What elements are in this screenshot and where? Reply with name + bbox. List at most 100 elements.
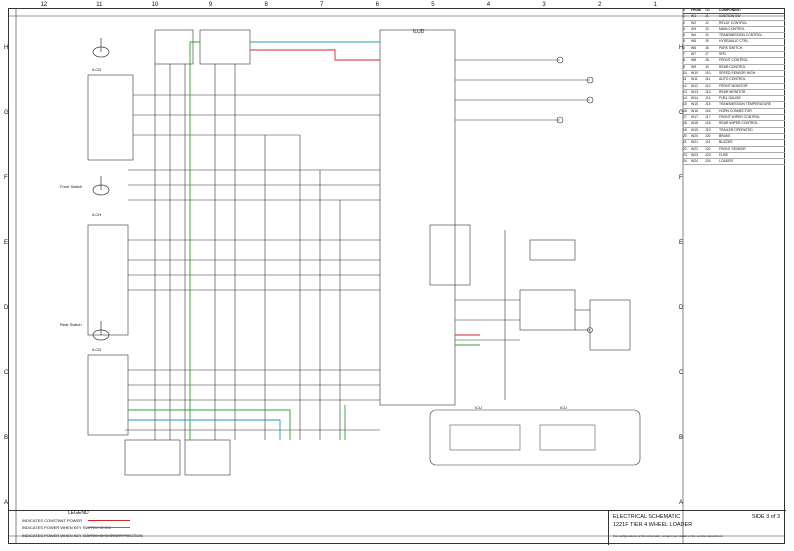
legend-swatch-key-on xyxy=(88,527,130,528)
table-cell: TRANSMISSION CONTROL xyxy=(719,33,763,38)
title-line2: 1221F TIER 4 WHEEL LOADER xyxy=(613,522,693,528)
rear-switch-label: Rear Switch xyxy=(60,322,82,327)
table-cell: J11 xyxy=(705,77,711,82)
table-cell: HYDRAULIC CTRL xyxy=(719,39,749,44)
table-cell: TRANSMISSION TEMPERATURE xyxy=(719,102,772,107)
table-cell: J7 xyxy=(705,52,709,57)
table-cell: REAR MONITOR xyxy=(719,89,746,94)
connector-label-mid: ILCN xyxy=(92,212,102,217)
table-cell: J10 xyxy=(705,70,711,75)
table-cell: W12 xyxy=(691,83,698,88)
table-cell: 23 xyxy=(683,152,687,157)
table-cell: W6 xyxy=(691,45,697,50)
table-cell: RELAY CONTROL xyxy=(719,20,748,25)
table-cell: 22 xyxy=(683,146,687,151)
table-cell: 4 xyxy=(683,33,685,38)
table-cell: HORN CONNECTOR xyxy=(719,108,752,113)
table-cell: J21 xyxy=(705,140,711,145)
table-cell: W24 xyxy=(691,159,698,164)
table-cell: J15 xyxy=(705,102,711,107)
table-cell: SPD xyxy=(719,52,726,57)
table-cell: W9 xyxy=(691,64,697,69)
table-cell: 11 xyxy=(683,77,687,82)
table-cell: J13 xyxy=(705,89,711,94)
table-cell: W15 xyxy=(691,102,698,107)
table-cell: AUTO CONTROL xyxy=(719,77,746,82)
wire-table-col-to: TO xyxy=(705,8,710,12)
ecu-label: ILUD xyxy=(413,29,425,35)
ecu-bottom-right-label: ICU xyxy=(560,405,567,410)
table-cell: J12 xyxy=(705,83,711,88)
table-cell: FRONT MONITOR xyxy=(719,83,748,88)
toggle-switch-icon xyxy=(92,38,110,341)
table-cell: 20 xyxy=(683,133,687,138)
table-cell: FUSE xyxy=(719,152,729,157)
table-cell: W22 xyxy=(691,146,698,151)
table-cell: J2 xyxy=(705,20,709,25)
wire-table: # FROM TO COMPONENT 1 W1 J1 IGNITION SW 2 W2 J… xyxy=(683,8,785,166)
table-cell: 12 xyxy=(683,83,687,88)
table-cell: J16 xyxy=(705,108,711,113)
table-cell: J8 xyxy=(705,58,709,63)
table-cell: J6 xyxy=(705,45,709,50)
table-cell: W3 xyxy=(691,26,697,31)
table-cell: J22 xyxy=(705,146,711,151)
schematic-sheet: 12 11 10 9 8 7 6 5 4 3 2 1 HGFEDCBA HGFEDCBA xyxy=(0,0,794,551)
table-cell: 9 xyxy=(683,64,685,69)
table-cell: 7 xyxy=(683,52,685,57)
table-cell: W20 xyxy=(691,133,698,138)
wiring-diagram xyxy=(8,8,785,544)
table-cell: FRONT SENSOR xyxy=(719,146,746,151)
title-note: For configurations of this schematic, co… xyxy=(613,534,724,538)
table-cell: FRONT WIPER CONTROL xyxy=(719,115,761,120)
table-cell: SPEED SENSOR HIGH xyxy=(719,70,756,75)
table-cell: W23 xyxy=(691,152,698,157)
table-cell: IGNITION SW xyxy=(719,14,741,19)
front-switch-label: Front Switch xyxy=(60,184,83,189)
legend-swatch-constant xyxy=(88,520,130,521)
table-cell: 8 xyxy=(683,58,685,63)
legend-title: LEGEND xyxy=(68,510,89,516)
table-cell: 15 xyxy=(683,102,687,107)
table-cell: J19 xyxy=(705,127,711,132)
connector-label-left: ILCN xyxy=(92,67,102,72)
table-cell: J3 xyxy=(705,26,709,31)
table-cell: J23 xyxy=(705,152,711,157)
switch-label-g: ILCN xyxy=(92,347,102,352)
table-cell: 21 xyxy=(683,140,687,145)
legend: LEGEND INDICATES CONSTANT POWER INDICATE… xyxy=(8,510,608,545)
title-block: ELECTRICAL SCHEMATIC 1221F TIER 4 WHEEL … xyxy=(608,510,786,545)
table-cell: W16 xyxy=(691,108,698,113)
wire-table-col-component: COMPONENT xyxy=(719,8,742,12)
table-cell: J9 xyxy=(705,64,709,69)
legend-swatch-start xyxy=(88,535,130,536)
table-cell: W14 xyxy=(691,96,698,101)
table-cell: LOADER xyxy=(719,159,733,164)
table-cell: 19 xyxy=(683,127,687,132)
table-cell: J24 xyxy=(705,159,711,164)
table-cell: W19 xyxy=(691,127,698,132)
table-cell: W1 xyxy=(691,14,697,19)
table-cell: REAR WIPER CONTROL xyxy=(719,121,758,126)
table-cell: W4 xyxy=(691,33,697,38)
table-cell: W7 xyxy=(691,52,697,57)
table-cell: FUEL GAUGE xyxy=(719,96,741,101)
table-cell: 5 xyxy=(683,39,685,44)
table-cell: W10 xyxy=(691,70,698,75)
table-cell: MAIN CONTROL xyxy=(719,26,745,31)
table-cell: BRAKE xyxy=(719,133,731,138)
legend-item-constant: INDICATES CONSTANT POWER xyxy=(22,518,83,523)
table-cell: W11 xyxy=(691,77,698,82)
table-cell: PARK SWITCH xyxy=(719,45,743,50)
wire-table-col-from: FROM xyxy=(691,8,701,12)
table-cell: 17 xyxy=(683,115,687,120)
table-cell: W21 xyxy=(691,140,698,145)
table-cell: W13 xyxy=(691,89,698,94)
table-cell: FRONT CONTROL xyxy=(719,58,749,63)
table-cell: J5 xyxy=(705,39,709,44)
table-cell: 14 xyxy=(683,96,687,101)
table-cell: J17 xyxy=(705,115,711,120)
ecu-bottom-left-label: ICU xyxy=(475,405,482,410)
table-cell: 3 xyxy=(683,26,685,31)
table-cell: 2 xyxy=(683,20,685,25)
